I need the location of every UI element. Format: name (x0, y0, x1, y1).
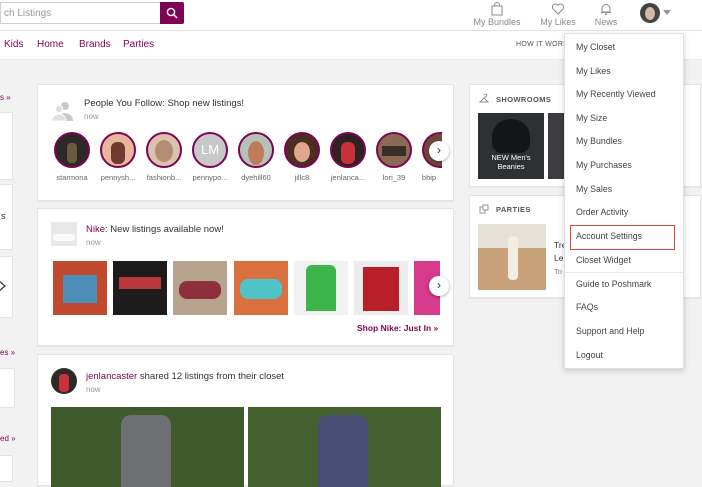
search-icon (166, 7, 178, 19)
news-label: News (594, 17, 618, 27)
menu-item-closet-widget[interactable]: Closet Widget (576, 255, 631, 265)
brand-link[interactable]: Nike (86, 224, 105, 235)
nav-home[interactable]: Home (37, 39, 64, 50)
timestamp: now (86, 385, 101, 394)
party-subtitle: Le (554, 253, 564, 263)
menu-item-account-settings[interactable]: Account Settings (576, 231, 642, 241)
brand-thumbnail[interactable] (51, 222, 77, 246)
menu-item-my-likes[interactable]: My Likes (576, 66, 611, 76)
listing-photo[interactable] (51, 407, 244, 487)
menu-item-logout[interactable]: Logout (576, 350, 603, 360)
left-card (0, 256, 13, 318)
left-card (0, 368, 15, 408)
news-nav[interactable]: News (592, 2, 620, 27)
my-likes-label: My Likes (540, 17, 576, 27)
listing-thumbnail[interactable] (53, 261, 107, 315)
timestamp: now (86, 238, 101, 247)
user-avatar[interactable]: LM (192, 132, 228, 168)
card-title: jenlancaster shared 12 listings from the… (86, 371, 284, 382)
search-input[interactable]: ch Listings (0, 2, 160, 24)
avatar[interactable] (640, 3, 660, 23)
user-avatar[interactable] (146, 132, 182, 168)
user-avatar[interactable] (238, 132, 274, 168)
top-header: ch Listings My Bundles My Likes News (0, 0, 702, 31)
menu-item-recently-viewed[interactable]: My Recently Viewed (576, 89, 656, 99)
menu-item-my-size[interactable]: My Size (576, 113, 607, 123)
carousel-next-button[interactable]: › (429, 276, 449, 296)
people-you-follow-card: People You Follow: Shop new listings! no… (37, 84, 454, 201)
shopping-bag-icon (491, 2, 503, 16)
left-see-all-link[interactable]: es » (0, 348, 15, 357)
user-avatar[interactable] (330, 132, 366, 168)
my-bundles-label: My Bundles (473, 17, 521, 27)
user-avatar[interactable] (51, 368, 77, 394)
left-card-text: s (1, 211, 6, 221)
star-icon (0, 281, 6, 291)
chevron-down-icon[interactable] (663, 10, 671, 16)
listing-thumbnail[interactable] (294, 261, 348, 315)
carousel-next-button[interactable]: › (429, 141, 449, 161)
card-title-text: : New listings available now! (105, 224, 224, 235)
hanger-icon (479, 94, 489, 103)
showroom-tile-label: NEW Men's Beanies (491, 153, 531, 171)
user-avatar[interactable] (284, 132, 320, 168)
left-card (0, 455, 13, 482)
listing-thumbnail[interactable] (354, 261, 408, 315)
user-avatar[interactable] (376, 132, 412, 168)
user-avatar[interactable] (100, 132, 136, 168)
timestamp: now (84, 112, 99, 121)
people-icon (51, 102, 73, 122)
card-title: People You Follow: Shop new listings! (84, 98, 245, 109)
how-it-works-link[interactable]: HOW IT WORI (516, 41, 565, 48)
showroom-tile[interactable]: NEW Men's Beanies (478, 113, 544, 179)
shop-brand-link[interactable]: Shop Nike: Just In » (357, 323, 438, 333)
menu-item-my-sales[interactable]: My Sales (576, 184, 612, 194)
party-image[interactable] (478, 224, 546, 290)
party-time: To (554, 267, 562, 276)
listing-photo[interactable] (248, 407, 441, 487)
nav-parties[interactable]: Parties (123, 39, 154, 50)
left-see-all-link[interactable]: ed » (0, 434, 16, 443)
bell-icon (601, 4, 611, 16)
menu-item-support[interactable]: Support and Help (576, 326, 644, 336)
menu-divider (565, 272, 683, 273)
my-likes-nav[interactable]: My Likes (538, 2, 578, 27)
menu-item-my-purchases[interactable]: My Purchases (576, 160, 632, 170)
menu-item-faqs[interactable]: FAQs (576, 302, 598, 312)
parties-heading: PARTIES (496, 205, 531, 214)
nav-kids[interactable]: Kids (4, 39, 23, 50)
left-see-all-link[interactable]: s » (0, 93, 11, 102)
heart-icon (551, 3, 565, 15)
user-avatar[interactable] (54, 132, 90, 168)
user-link[interactable]: jenlancaster (86, 371, 137, 382)
username[interactable]: lori_39 (367, 173, 421, 182)
card-title: Nike: New listings available now! (86, 224, 224, 235)
menu-item-my-closet[interactable]: My Closet (576, 42, 615, 52)
listing-thumbnail[interactable] (113, 261, 167, 315)
shared-listings-card: jenlancaster shared 12 listings from the… (37, 354, 454, 487)
listing-thumbnail[interactable] (173, 261, 227, 315)
menu-item-my-bundles[interactable]: My Bundles (576, 136, 622, 146)
listing-thumbnail[interactable] (234, 261, 288, 315)
account-dropdown-menu: My Closet My Likes My Recently Viewed My… (564, 33, 684, 369)
menu-item-guide[interactable]: Guide to Poshmark (576, 279, 651, 289)
card-title-text: shared 12 listings from their closet (137, 371, 285, 382)
username[interactable]: bhip (414, 173, 444, 182)
my-bundles-nav[interactable]: My Bundles (472, 2, 522, 27)
party-icon (479, 204, 489, 214)
search-button[interactable] (160, 2, 184, 24)
nav-brands[interactable]: Brands (79, 39, 111, 50)
showroom-tile[interactable] (548, 113, 565, 179)
left-card: s (0, 184, 13, 250)
left-card (0, 112, 13, 180)
showrooms-heading: SHOWROOMS (496, 95, 552, 104)
menu-item-order-activity[interactable]: Order Activity (576, 207, 628, 217)
brand-listings-card: Nike: New listings available now! now › … (37, 208, 454, 346)
